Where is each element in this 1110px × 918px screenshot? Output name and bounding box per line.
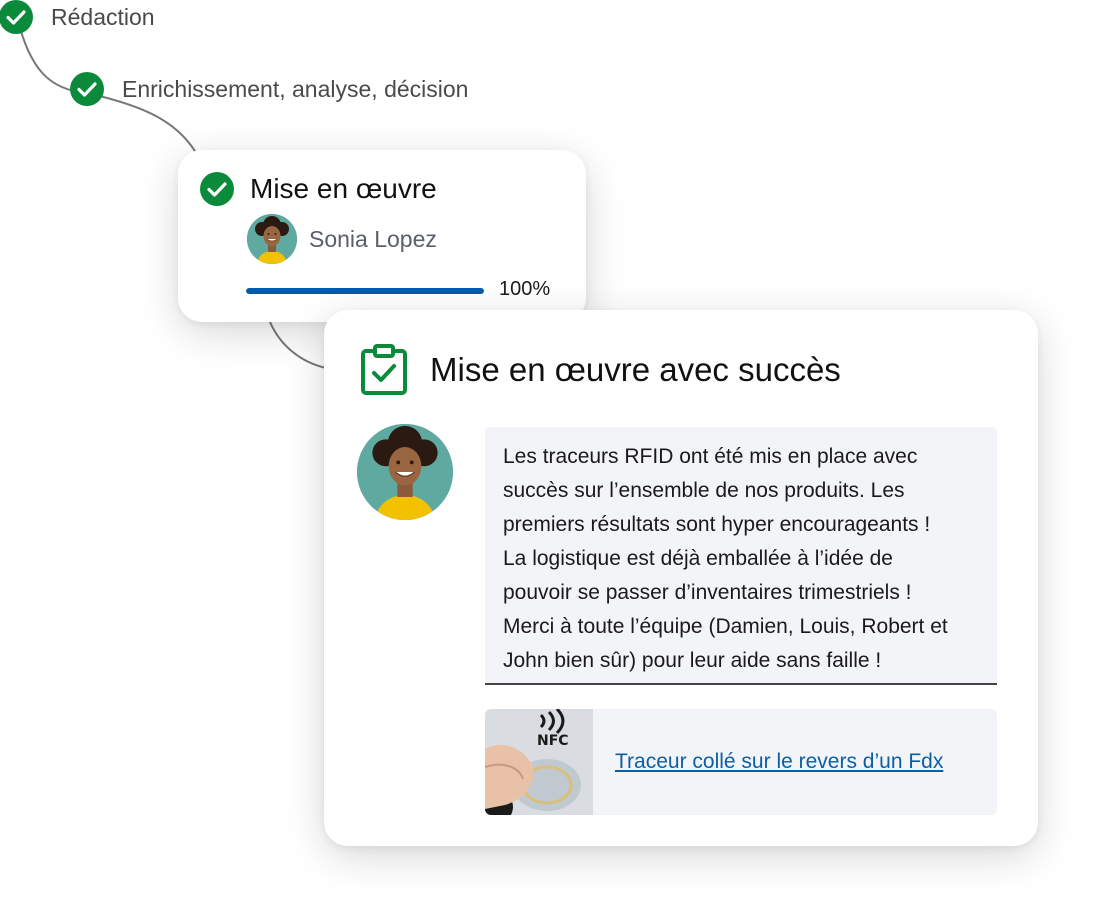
message-line: La logistique est déjà emballée à l’idée… — [503, 547, 893, 570]
message-line: succès sur l’ensemble de nos produits. L… — [503, 479, 905, 502]
message-box: Les traceurs RFID ont été mis en place a… — [485, 427, 997, 685]
check-circle-icon — [70, 72, 104, 106]
attachment-card[interactable]: NFC Traceur collé sur le revers d’un Fdx — [485, 709, 997, 815]
check-circle-icon — [200, 172, 234, 206]
step-label: Rédaction — [51, 3, 155, 30]
step-label: Enrichissement, analyse, décision — [122, 75, 469, 102]
thumbnail-label: NFC — [537, 733, 569, 749]
progress-label: 100% — [499, 278, 551, 300]
success-card: Mise en œuvre avec succès Les traceurs R… — [324, 310, 1038, 846]
avatar — [357, 424, 453, 520]
check-circle-icon — [0, 0, 33, 34]
attachment-thumbnail[interactable]: NFC — [485, 709, 593, 815]
message-text: Les traceurs RFID ont été mis en place a… — [503, 440, 979, 678]
current-step-card: Mise en œuvre Sonia Lopez 100% — [178, 150, 586, 322]
progress-bar-fill — [246, 288, 484, 294]
message-line: pouvoir se passer d’inventaires trimestr… — [503, 581, 912, 604]
clipboard-check-icon — [361, 344, 407, 395]
message-line: Les traceurs RFID ont été mis en place a… — [503, 445, 918, 468]
assignee: Sonia Lopez — [247, 214, 437, 264]
message-line: John bien sûr) pour leur aide sans faill… — [503, 649, 882, 672]
current-step-title: Mise en œuvre — [250, 173, 437, 204]
avatar — [247, 214, 297, 264]
current-step-title-row: Mise en œuvre — [200, 172, 437, 206]
success-card-title: Mise en œuvre avec succès — [430, 351, 841, 388]
workflow-step-enrichissement: Enrichissement, analyse, décision — [70, 72, 468, 106]
message-line: premiers résultats sont hyper encouragea… — [503, 513, 931, 536]
attachment-link[interactable]: Traceur collé sur le revers d’un Fdx — [615, 750, 943, 774]
workflow-step-redaction: Rédaction — [0, 0, 155, 34]
success-card-header: Mise en œuvre avec succès — [360, 344, 841, 396]
assignee-name: Sonia Lopez — [309, 225, 437, 252]
message-line: Merci à toute l’équipe (Damien, Louis, R… — [503, 615, 948, 638]
progress-bar — [246, 288, 484, 294]
